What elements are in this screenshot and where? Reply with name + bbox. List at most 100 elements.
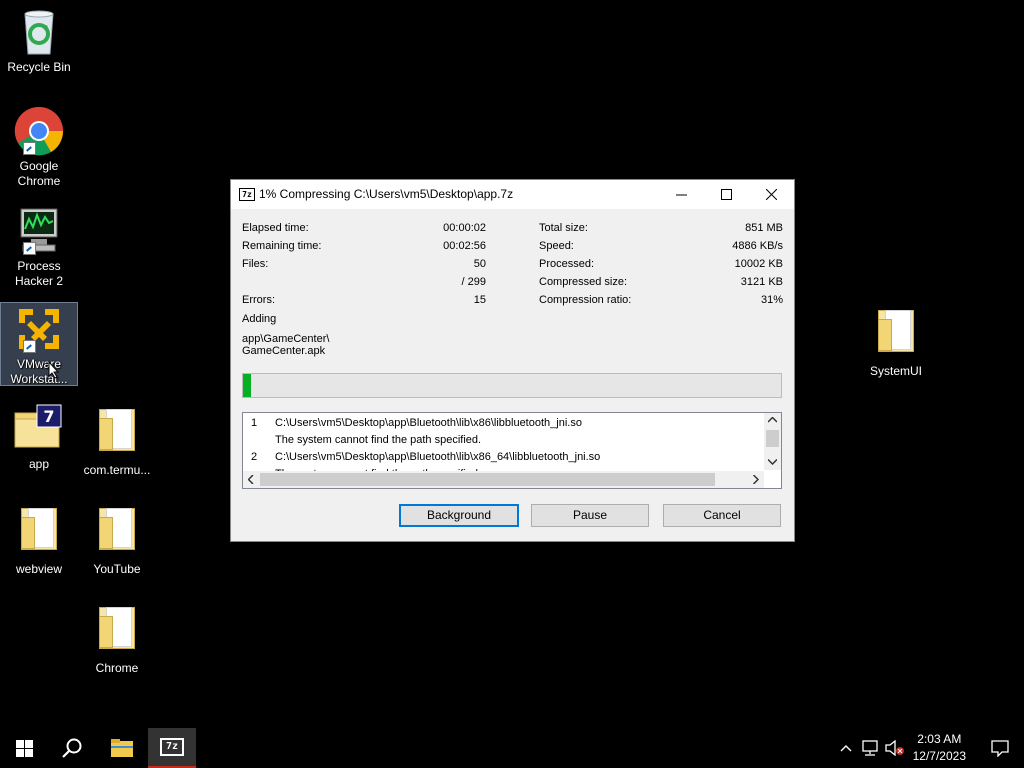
folder-icon: [99, 508, 135, 550]
maximize-button[interactable]: [704, 180, 749, 209]
taskbar: 7z 2:03 AM 12/7/2023: [0, 728, 1024, 768]
chevron-up-icon: [840, 745, 852, 752]
start-button[interactable]: [0, 728, 48, 768]
close-button[interactable]: [749, 180, 794, 209]
adding-label: Adding: [242, 313, 277, 325]
desktop-icon-label: VMware Workstat...: [10, 357, 68, 386]
taskbar-file-explorer[interactable]: [98, 728, 146, 768]
scroll-left-icon[interactable]: [248, 475, 254, 484]
show-hidden-icons-button[interactable]: [836, 728, 856, 768]
files-label: Files:: [242, 258, 269, 270]
close-icon: [766, 189, 777, 200]
processed-label: Processed:: [539, 258, 595, 270]
desktop-icon-label: YouTube: [93, 562, 141, 576]
mouse-cursor-icon: [48, 361, 60, 379]
processed-value: 10002 KB: [734, 258, 783, 270]
shortcut-arrow-icon: [23, 142, 36, 155]
dialog-titlebar[interactable]: 7z 1% Compressing C:\Users\vm5\Desktop\a…: [231, 180, 794, 209]
desktop-icon-com-termux[interactable]: com.termu...: [79, 403, 155, 478]
desktop-icon-youtube[interactable]: YouTube: [79, 502, 155, 577]
log-line-text: C:\Users\vm5\Desktop\app\Bluetooth\lib\x…: [275, 451, 601, 463]
process-hacker-icon: [13, 205, 65, 257]
search-button[interactable]: [48, 728, 96, 768]
7zip-icon: 7z: [160, 738, 184, 756]
taskbar-7zip[interactable]: 7z: [148, 728, 196, 768]
desktop-icon-label: app: [28, 457, 50, 471]
desktop-icon-chrome-folder[interactable]: Chrome: [79, 601, 155, 676]
scroll-up-icon[interactable]: [768, 417, 777, 423]
search-icon: [62, 738, 82, 758]
svg-text:7: 7: [43, 407, 54, 426]
chrome-icon: [13, 105, 65, 157]
desktop-icon-process-hacker[interactable]: Process Hacker 2: [1, 205, 77, 289]
current-operation: Adding app\GameCenter\ GameCenter.apk: [242, 313, 329, 357]
desktop-icon-systemui[interactable]: SystemUI: [858, 304, 934, 379]
desktop-icon-label: SystemUI: [869, 364, 922, 378]
right-stats: Total size: 851 MB Speed: 4886 KB/s Proces…: [539, 222, 783, 312]
cancel-button[interactable]: Cancel: [663, 504, 781, 527]
recycle-bin-icon: [13, 6, 65, 58]
progress-fill: [243, 374, 251, 397]
dialog-title: 1% Compressing C:\Users\vm5\Desktop\app.…: [259, 187, 514, 201]
speed-label: Speed:: [539, 240, 574, 252]
scroll-down-icon[interactable]: [768, 459, 777, 465]
pause-button[interactable]: Pause: [531, 504, 649, 527]
log-line-number: 2: [251, 451, 258, 463]
desktop-icon-label: com.termu...: [83, 463, 151, 477]
folder-icon: [878, 310, 914, 352]
total-size-value: 851 MB: [745, 222, 783, 234]
desktop-icon-webview[interactable]: webview: [1, 502, 77, 577]
current-file-path-line1: app\GameCenter\: [242, 333, 330, 345]
errors-label: Errors:: [242, 294, 275, 306]
minimize-icon: [676, 194, 687, 196]
folder-icon: [99, 607, 135, 649]
scroll-right-icon[interactable]: [753, 475, 759, 484]
shortcut-arrow-icon: [23, 340, 36, 353]
network-icon: [862, 740, 878, 756]
compressed-size-value: 3121 KB: [740, 276, 783, 288]
desktop-icon-label: Recycle Bin: [7, 60, 71, 74]
files-value: 50: [473, 258, 486, 270]
remaining-time-value: 00:02:56: [443, 240, 486, 252]
clock-time: 2:03 AM: [917, 732, 962, 746]
minimize-button[interactable]: [659, 180, 704, 209]
desktop-icon-app[interactable]: 7 app: [1, 403, 77, 472]
desktop-icon-recycle-bin[interactable]: Recycle Bin: [1, 6, 77, 75]
compression-ratio-label: Compression ratio:: [539, 294, 632, 306]
folder-icon: [99, 409, 135, 451]
horizontal-scrollbar[interactable]: [243, 471, 764, 488]
errors-value: 15: [473, 294, 486, 306]
clock-date: 12/7/2023: [912, 749, 966, 763]
current-file-path-line2: GameCenter.apk: [242, 345, 326, 357]
volume-tray-icon[interactable]: [884, 728, 906, 768]
desktop-icon-label: Google Chrome: [17, 159, 61, 188]
log-line-text: C:\Users\vm5\Desktop\app\Bluetooth\lib\x…: [275, 417, 582, 429]
notification-icon: [991, 740, 1009, 757]
error-log-list[interactable]: 1 C:\Users\vm5\Desktop\app\Bluetooth\lib\…: [242, 412, 782, 489]
7zip-icon: 7z: [239, 188, 255, 201]
desktop-icon-vmware[interactable]: VMware Workstat...: [0, 302, 78, 386]
vmware-icon: [13, 303, 65, 355]
files-total: / 299: [461, 276, 486, 288]
elapsed-time-label: Elapsed time:: [242, 222, 309, 234]
compress-progress-dialog: 7z 1% Compressing C:\Users\vm5\Desktop\a…: [230, 179, 795, 542]
7zip-archive-icon: 7: [13, 403, 65, 455]
remaining-time-label: Remaining time:: [242, 240, 322, 252]
folder-icon: [21, 508, 57, 550]
vertical-scroll-thumb[interactable]: [766, 430, 779, 447]
windows-logo-icon: [15, 739, 33, 757]
notification-center-button[interactable]: [976, 728, 1024, 768]
maximize-icon: [721, 189, 732, 200]
desktop-icon-google-chrome[interactable]: Google Chrome: [1, 105, 77, 189]
progress-bar: [242, 373, 782, 398]
network-tray-icon[interactable]: [860, 728, 882, 768]
horizontal-scroll-thumb[interactable]: [260, 473, 715, 486]
vertical-scrollbar[interactable]: [764, 413, 781, 470]
file-explorer-icon: [111, 739, 133, 757]
desktop-icon-label: Process Hacker 2: [14, 259, 64, 288]
clock[interactable]: 2:03 AM 12/7/2023: [913, 731, 966, 765]
desktop-icon-label: Chrome: [95, 661, 139, 675]
log-line-number: 1: [251, 417, 258, 429]
background-button[interactable]: Background: [399, 504, 519, 527]
compressed-size-label: Compressed size:: [539, 276, 628, 288]
